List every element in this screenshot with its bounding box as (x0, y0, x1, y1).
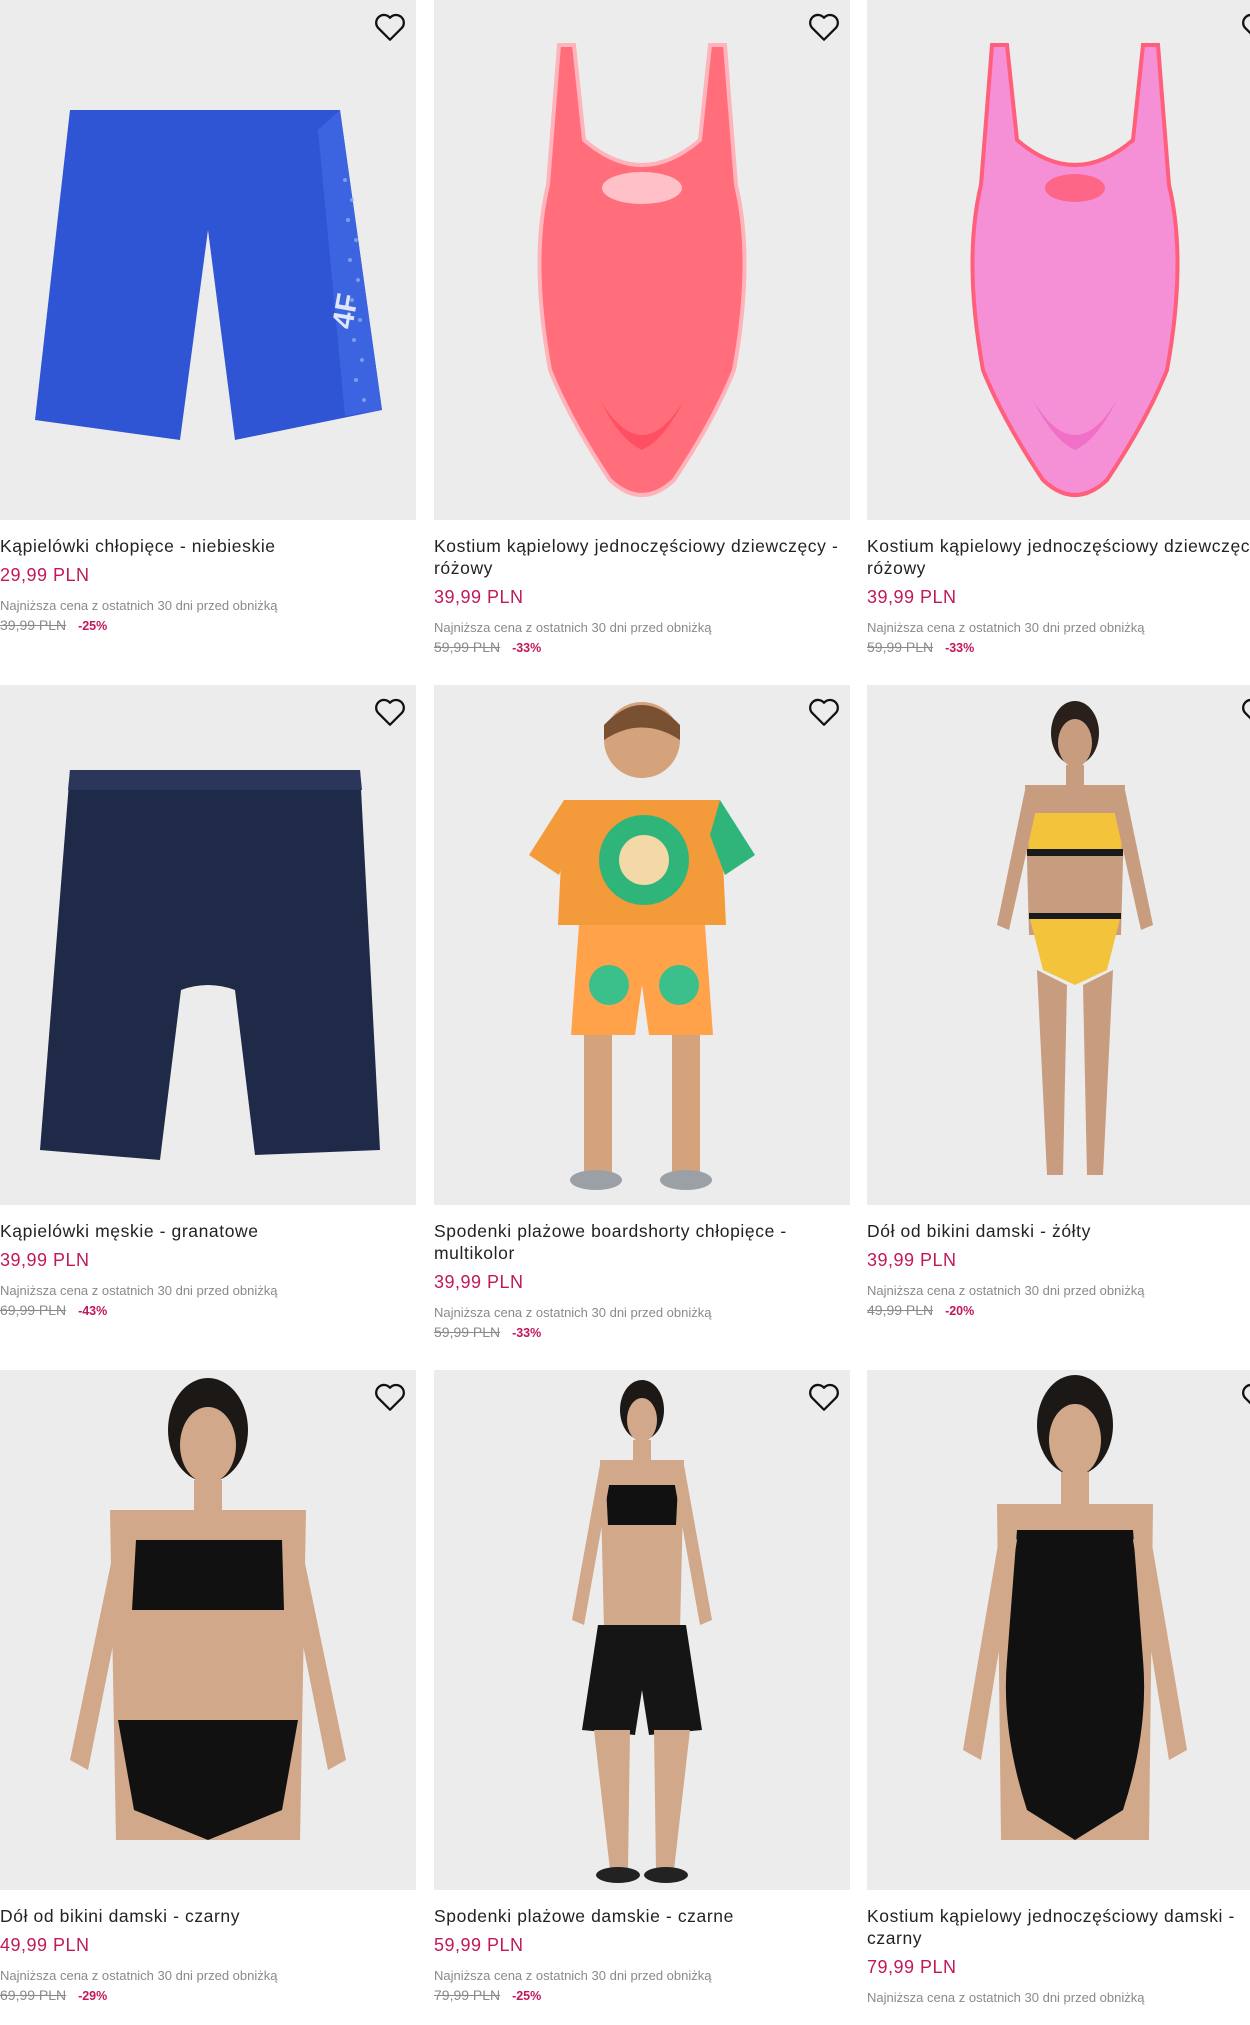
product-price: 39,99 PLN (434, 587, 524, 607)
old-price: 39,99 PLN (0, 617, 67, 633)
swimsuit-coral-image (537, 43, 747, 497)
lowest-price-label: Najniższa cena z ostatnich 30 dni przed … (867, 1283, 1145, 1298)
product-price: 29,99 PLN (0, 565, 90, 585)
boy-tie-dye-image (529, 702, 755, 1190)
product-card[interactable]: Spodenki plażowe damskie - czarne 59,99 … (434, 1370, 850, 2003)
product-title[interactable]: Kostium kąpielowy jednoczęściowy damski … (867, 1905, 1250, 1949)
old-price-row: 39,99 PLN -25% (0, 617, 416, 633)
product-image[interactable] (867, 685, 1250, 1205)
discount-badge: -25% (78, 619, 108, 633)
woman-black-bikini-image (70, 1378, 346, 1840)
discount-badge: -33% (512, 1326, 542, 1340)
lowest-price-label: Najniższa cena z ostatnich 30 dni przed … (434, 620, 712, 635)
old-price-row: 49,99 PLN -20% (867, 1302, 1250, 1318)
old-price: 49,99 PLN (867, 1302, 934, 1318)
discount-badge: -20% (945, 1304, 975, 1318)
favorite-button[interactable] (1239, 1380, 1250, 1414)
woman-black-swimsuit-image (963, 1375, 1187, 1840)
heart-icon (1242, 698, 1250, 720)
heart-icon (809, 1383, 839, 1411)
product-image[interactable] (434, 1370, 850, 1890)
heart-icon (1242, 1383, 1250, 1405)
favorite-button[interactable] (1239, 695, 1250, 729)
product-price: 39,99 PLN (434, 1272, 524, 1292)
old-price: 59,99 PLN (867, 639, 934, 655)
product-image[interactable]: 4F (0, 0, 416, 520)
product-title[interactable]: Spodenki plażowe damskie - czarne (434, 1905, 850, 1927)
product-card[interactable]: Kąpielówki męskie - granatowe 39,99 PLN … (0, 685, 416, 1318)
discount-badge: -33% (945, 641, 975, 655)
old-price: 79,99 PLN (434, 1987, 501, 2003)
favorite-button[interactable] (372, 1380, 408, 1414)
heart-icon (1242, 13, 1250, 35)
product-card[interactable]: Kostium kąpielowy jednoczęściowy dziewcz… (434, 0, 850, 655)
product-grid: 4F Kąpielówki chłopięce - niebieskie 29,… (0, 0, 1250, 2014)
product-title[interactable]: Spodenki plażowe boardshorty chłopięce -… (434, 1220, 850, 1264)
lowest-price-label: Najniższa cena z ostatnich 30 dni przed … (0, 1968, 278, 1983)
old-price-row: 59,99 PLN -33% (434, 639, 850, 655)
svg-text:4F: 4F (326, 291, 365, 331)
discount-badge: -33% (512, 641, 542, 655)
favorite-button[interactable] (806, 1380, 842, 1414)
product-card[interactable]: Spodenki plażowe boardshorty chłopięce -… (434, 685, 850, 1340)
product-title[interactable]: Kąpielówki chłopięce - niebieskie (0, 535, 416, 557)
old-price: 59,99 PLN (434, 1324, 501, 1340)
product-price: 39,99 PLN (867, 587, 957, 607)
lowest-price-label: Najniższa cena z ostatnich 30 dni przed … (867, 620, 1145, 635)
lowest-price-label: Najniższa cena z ostatnich 30 dni przed … (0, 1283, 278, 1298)
favorite-button[interactable] (372, 695, 408, 729)
swimsuit-pink-image (970, 43, 1180, 497)
old-price: 69,99 PLN (0, 1302, 67, 1318)
product-image[interactable] (434, 0, 850, 520)
product-card[interactable]: Dół od bikini damski - czarny 49,99 PLN … (0, 1370, 416, 2003)
lowest-price-label: Najniższa cena z ostatnich 30 dni przed … (434, 1305, 712, 1320)
product-title[interactable]: Dół od bikini damski - czarny (0, 1905, 416, 1927)
product-price: 39,99 PLN (0, 1250, 90, 1270)
product-card[interactable]: Kostium kąpielowy jednoczęściowy dziewcz… (867, 0, 1250, 655)
woman-black-beach-shorts-image (572, 1380, 712, 1883)
heart-icon (375, 13, 405, 41)
lowest-price-label: Najniższa cena z ostatnich 30 dni przed … (867, 1990, 1145, 2005)
product-title[interactable]: Kostium kąpielowy jednoczęściowy dziewcz… (434, 535, 850, 579)
swim-shorts-blue-image: 4F (35, 110, 382, 440)
favorite-button[interactable] (806, 10, 842, 44)
woman-yellow-bikini-image (997, 701, 1153, 1175)
product-image[interactable] (867, 0, 1250, 520)
favorite-button[interactable] (806, 695, 842, 729)
product-title[interactable]: Kostium kąpielowy jednoczęściowy dziewcz… (867, 535, 1250, 579)
old-price: 59,99 PLN (434, 639, 501, 655)
product-price: 39,99 PLN (867, 1250, 957, 1270)
product-image[interactable] (434, 685, 850, 1205)
old-price-row: 59,99 PLN -33% (434, 1324, 850, 1340)
lowest-price-label: Najniższa cena z ostatnich 30 dni przed … (0, 598, 278, 613)
discount-badge: -25% (512, 1989, 542, 2003)
lowest-price-label: Najniższa cena z ostatnich 30 dni przed … (434, 1968, 712, 1983)
product-image[interactable] (867, 1370, 1250, 1890)
product-title[interactable]: Kąpielówki męskie - granatowe (0, 1220, 416, 1242)
product-card[interactable]: Kostium kąpielowy jednoczęściowy damski … (867, 1370, 1250, 2025)
favorite-button[interactable] (1239, 10, 1250, 44)
discount-badge: -29% (78, 1989, 108, 2003)
product-image[interactable] (0, 1370, 416, 1890)
heart-icon (375, 1383, 405, 1411)
product-card[interactable]: 4F Kąpielówki chłopięce - niebieskie 29,… (0, 0, 416, 633)
product-price: 79,99 PLN (867, 1957, 957, 1977)
product-price: 49,99 PLN (0, 1935, 90, 1955)
favorite-button[interactable] (372, 10, 408, 44)
heart-icon (375, 698, 405, 726)
heart-icon (809, 13, 839, 41)
product-price: 59,99 PLN (434, 1935, 524, 1955)
old-price-row: 59,99 PLN -33% (867, 639, 1250, 655)
old-price-row: 79,99 PLN -25% (434, 1987, 850, 2003)
discount-badge: -43% (78, 1304, 108, 1318)
old-price-row (867, 2009, 1250, 2025)
old-price-row: 69,99 PLN -29% (0, 1987, 416, 2003)
heart-icon (809, 698, 839, 726)
old-price-row: 69,99 PLN -43% (0, 1302, 416, 1318)
old-price: 69,99 PLN (0, 1987, 67, 2003)
product-image[interactable] (0, 685, 416, 1205)
product-card[interactable]: Dół od bikini damski - żółty 39,99 PLN N… (867, 685, 1250, 1318)
product-title[interactable]: Dół od bikini damski - żółty (867, 1220, 1250, 1242)
swim-shorts-navy-image (40, 770, 380, 1160)
